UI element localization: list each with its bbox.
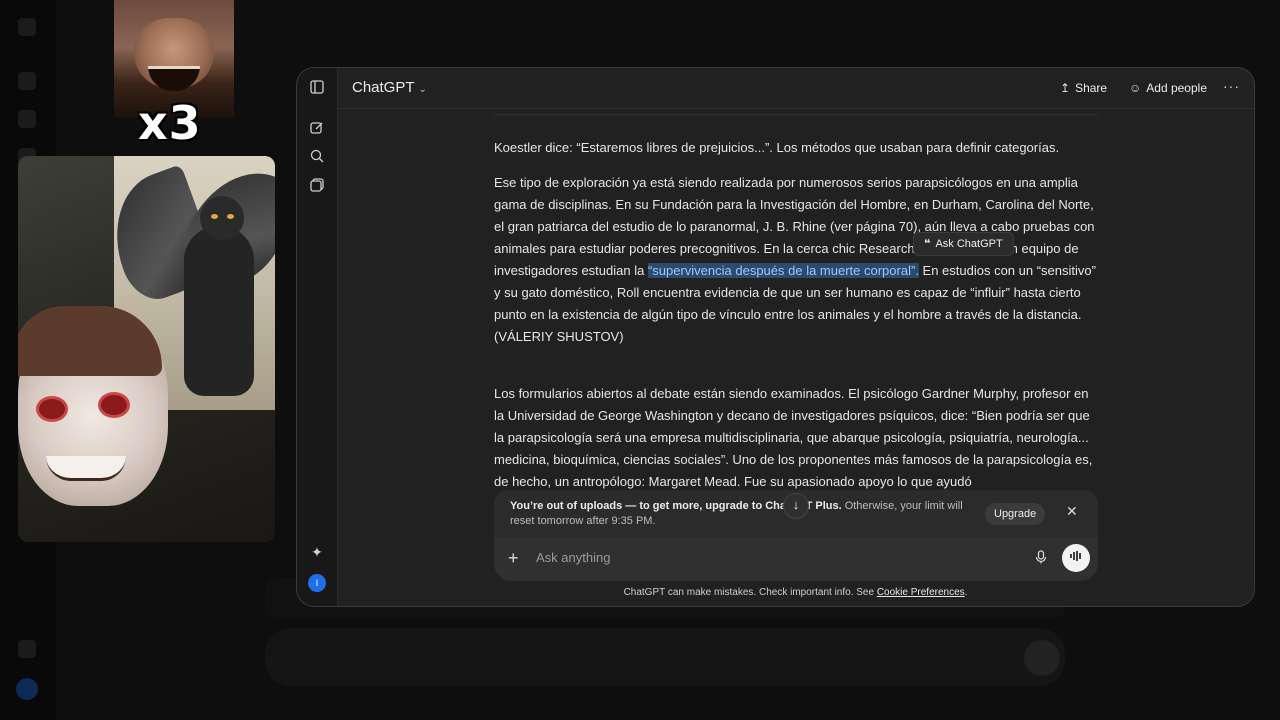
background-sidebar-icon <box>18 18 36 36</box>
background-send-button <box>1024 640 1060 676</box>
model-selector[interactable]: ChatGPT ⌄ <box>352 79 427 96</box>
voice-mode-button[interactable] <box>1062 544 1090 572</box>
meme-mouth <box>148 66 200 91</box>
background-composer <box>265 628 1065 686</box>
share-icon: ↥ <box>1060 81 1071 95</box>
add-person-icon: ☺ <box>1129 81 1142 95</box>
ask-chatgpt-button[interactable]: ❝ Ask ChatGPT <box>913 232 1014 256</box>
selected-text[interactable]: “supervivencia después de la muerte corp… <box>647 263 919 278</box>
message-divider <box>494 114 1098 115</box>
sidebar-toggle-icon[interactable] <box>309 80 325 96</box>
background-sidebar-icon <box>18 72 36 90</box>
more-options-icon[interactable]: ··· <box>1223 78 1240 94</box>
add-people-button[interactable]: ☺ Add people <box>1129 81 1207 95</box>
disclaimer-end: . <box>964 587 968 598</box>
plus-icon[interactable]: + <box>508 548 519 568</box>
webcam-overlay <box>18 156 275 542</box>
chatgpt-window: ✦ I ChatGPT ⌄ ↥ Share ☺ Add people ··· Koes… <box>296 67 1255 607</box>
new-chat-icon[interactable] <box>309 121 325 137</box>
share-label: Share <box>1075 81 1108 95</box>
cat-eye <box>211 214 218 219</box>
disclaimer: ChatGPT can make mistakes. Check importa… <box>337 587 1254 598</box>
waveform-icon <box>1070 551 1081 561</box>
library-icon[interactable] <box>309 178 325 194</box>
message-paragraph: Los formularios abiertos al debate están… <box>494 386 1093 489</box>
message-paragraph: Ese tipo de exploración ya está siendo r… <box>494 172 1098 348</box>
conversation: Koestler dice: “Estaremos libres de prej… <box>494 108 1098 548</box>
disclaimer-text: ChatGPT can make mistakes. Check importa… <box>623 587 877 598</box>
author-line: (VÁLERIY SHUSTOV) <box>494 329 624 344</box>
cat-head <box>200 196 244 240</box>
upgrade-button[interactable]: Upgrade <box>985 503 1046 525</box>
mask-eye <box>98 392 130 418</box>
mask-eye <box>36 396 68 422</box>
user-avatar[interactable]: I <box>308 574 326 592</box>
background-sidebar-icon <box>18 640 36 658</box>
cat-body <box>184 226 254 396</box>
mask-grin <box>46 456 126 481</box>
message-paragraph: Koestler dice: “Estaremos libres de prej… <box>494 140 1060 155</box>
message-input[interactable]: Ask anything <box>536 550 610 565</box>
sparkle-icon[interactable]: ✦ <box>309 544 325 560</box>
background-avatar <box>16 678 38 700</box>
background-sidebar-icon <box>18 110 36 128</box>
close-icon[interactable]: ✕ <box>1066 503 1078 520</box>
meme-caption: x3 <box>138 96 202 150</box>
sidebar: ✦ I <box>297 68 338 606</box>
chevron-down-icon: ⌄ <box>418 84 427 95</box>
cat-eye <box>227 214 234 219</box>
quote-icon: ❝ <box>924 237 931 250</box>
search-icon[interactable] <box>309 149 325 165</box>
composer: + Ask anything <box>494 537 1098 581</box>
microphone-icon[interactable] <box>1035 550 1047 567</box>
upload-limit-message: You’re out of uploads — to get more, upg… <box>510 499 970 529</box>
share-button[interactable]: ↥ Share <box>1060 81 1107 95</box>
scroll-down-icon[interactable]: ↓ <box>783 493 809 519</box>
app-title: ChatGPT <box>352 79 415 96</box>
cookie-preferences-link[interactable]: Cookie Preferences <box>877 587 965 598</box>
ask-chatgpt-label: Ask ChatGPT <box>935 238 1003 250</box>
header: ChatGPT ⌄ ↥ Share ☺ Add people ··· <box>337 68 1254 109</box>
add-people-label: Add people <box>1146 81 1207 95</box>
